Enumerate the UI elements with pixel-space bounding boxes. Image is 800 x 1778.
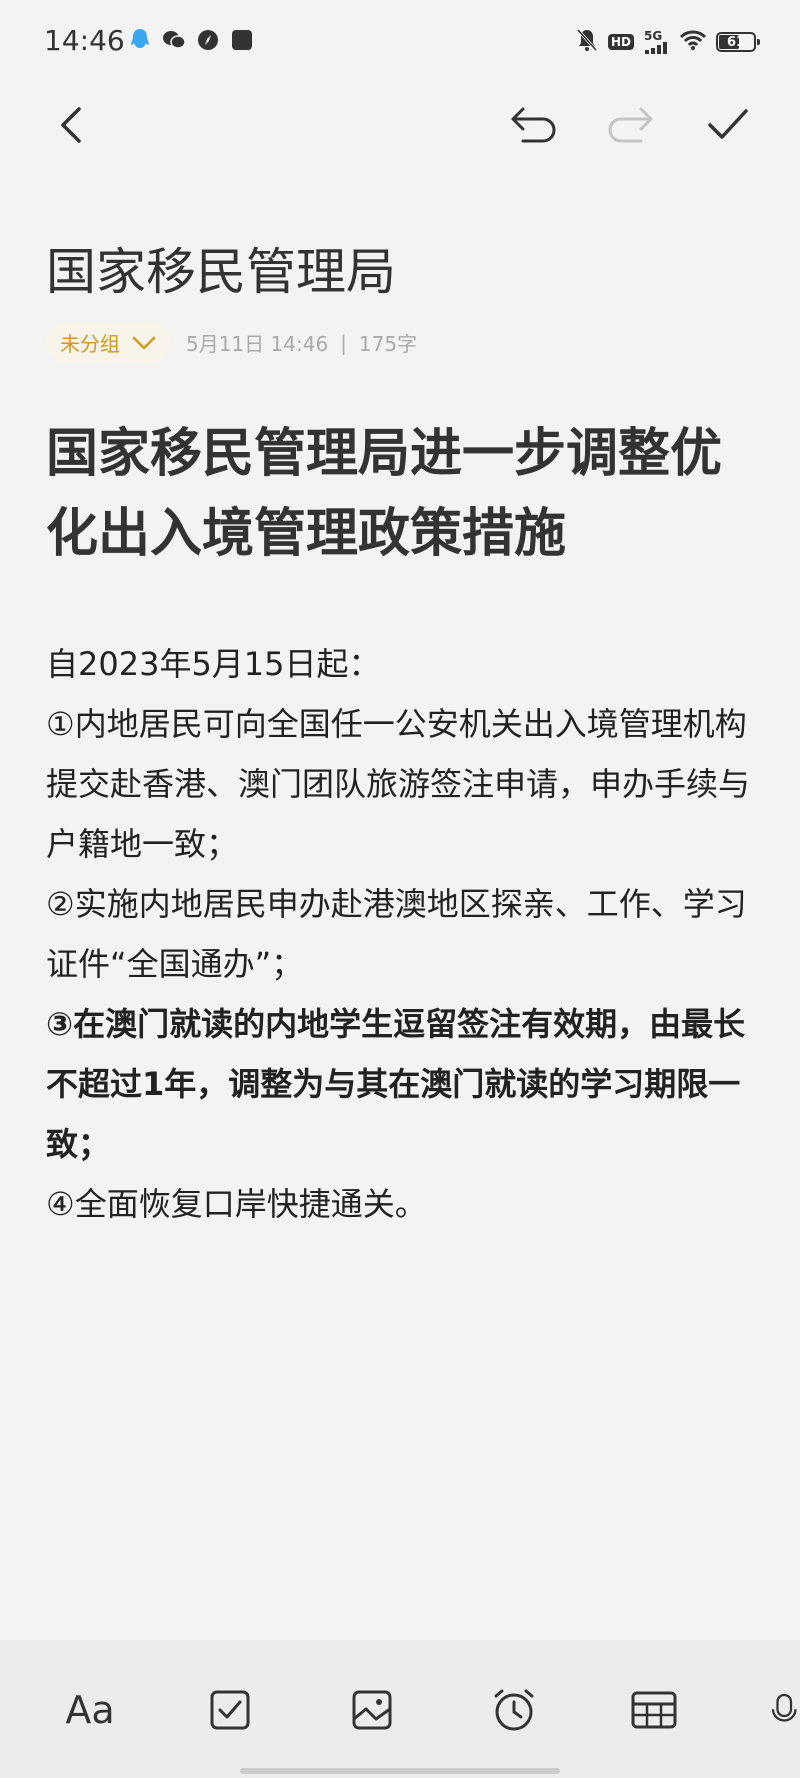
- redo-icon: [608, 107, 653, 143]
- compass-icon: [196, 28, 220, 52]
- done-button[interactable]: [698, 95, 758, 155]
- note-date: 5月11日 14:46: [186, 332, 329, 356]
- wifi-icon: [679, 30, 707, 54]
- back-button[interactable]: [42, 95, 102, 155]
- back-arrow-icon: [61, 107, 81, 143]
- microphone-icon: [771, 1693, 797, 1722]
- table-icon: [631, 1691, 677, 1729]
- undo-button[interactable]: [504, 95, 564, 155]
- top-toolbar: [0, 95, 800, 155]
- paragraph-item-1: ①内地居民可向全国任一公安机关出入境管理机构提交赴香港、澳门团队旅游签注申请，申…: [46, 705, 751, 863]
- checkbox-icon: [210, 1690, 250, 1730]
- qq-icon: [128, 28, 152, 52]
- table-button[interactable]: [624, 1680, 684, 1740]
- text-format-button[interactable]: Aa: [60, 1680, 120, 1740]
- reminder-button[interactable]: [484, 1680, 544, 1740]
- chevron-down-icon: [132, 336, 156, 349]
- image-icon: [352, 1690, 392, 1730]
- checklist-button[interactable]: [200, 1680, 260, 1740]
- home-indicator[interactable]: [240, 1768, 560, 1774]
- alarm-clock-icon: [494, 1689, 534, 1731]
- voice-button[interactable]: [770, 1680, 800, 1740]
- status-time: 14:46: [44, 24, 125, 57]
- square-app-icon: [230, 28, 254, 52]
- paragraph-item-4: ④全面恢复口岸快捷通关。: [46, 1185, 427, 1223]
- check-icon: [708, 109, 748, 139]
- battery-label: 61: [726, 34, 746, 50]
- word-count: 175字: [358, 332, 418, 356]
- note-heading[interactable]: 国家移民管理局进一步调整优化出入境管理政策措施: [46, 414, 756, 574]
- note-body[interactable]: 自2023年5月15日起： ①内地居民可向全国任一公安机关出入境管理机构提交赴香…: [46, 634, 766, 1234]
- undo-icon: [511, 107, 556, 143]
- wechat-icon: [162, 28, 186, 52]
- text-format-icon: Aa: [65, 1688, 115, 1732]
- hd-icon: HD: [607, 34, 634, 50]
- group-label: 未分组: [60, 332, 120, 356]
- bottom-toolbar: Aa: [0, 1640, 800, 1778]
- bell-muted-icon: [576, 28, 598, 56]
- battery-icon: 61: [716, 32, 760, 52]
- paragraph-item-2: ②实施内地居民申办赴港澳地区探亲、工作、学习证件“全国通办”；: [46, 885, 747, 983]
- system-icons: HD 5G 61: [576, 28, 760, 56]
- meta-separator: |: [340, 330, 347, 355]
- note-title[interactable]: 国家移民管理局: [46, 232, 396, 304]
- paragraph-item-3: ③在澳门就读的内地学生逗留签注有效期，由最长不超过1年，调整为与其在澳门就读的学…: [46, 1005, 746, 1163]
- network-label: 5G: [644, 29, 663, 43]
- paragraph-intro: 自2023年5月15日起：: [46, 645, 381, 683]
- battery-tip: [757, 39, 760, 45]
- group-selector[interactable]: 未分组: [46, 322, 170, 363]
- signal-5g-icon: 5G: [644, 30, 670, 54]
- note-meta: 未分组 5月11日 14:46 | 175字: [46, 322, 417, 363]
- notification-icons: [128, 28, 254, 52]
- status-bar: 14:46 HD 5G 61: [0, 0, 800, 88]
- image-button[interactable]: [342, 1680, 402, 1740]
- redo-button[interactable]: [600, 95, 660, 155]
